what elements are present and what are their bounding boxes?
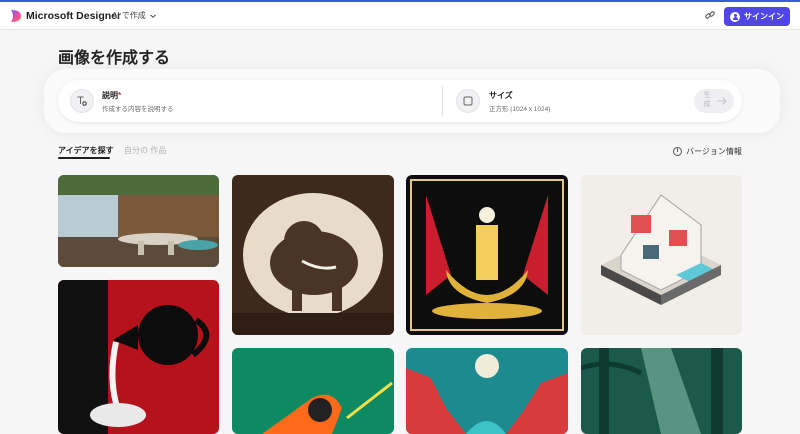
gallery-card-elephant[interactable] <box>232 175 394 335</box>
milk-pour-image <box>58 280 219 434</box>
gallery-card-art-deco[interactable] <box>406 175 568 335</box>
gallery-card-iso-house[interactable] <box>581 175 742 335</box>
elephant-woodcut-image <box>232 175 394 335</box>
designer-logo-icon <box>11 10 21 22</box>
ai-create-menu[interactable]: AI で作成 <box>112 10 157 21</box>
size-label: サイズ <box>489 91 513 100</box>
description-label: 説明* <box>102 91 122 100</box>
signin-button[interactable]: サインイン <box>724 7 790 26</box>
red-canyon-image <box>406 348 568 434</box>
isometric-house-image <box>581 175 742 335</box>
arrow-right-icon <box>717 97 727 105</box>
restaurant-interior-image <box>58 175 219 267</box>
field-divider <box>442 86 443 116</box>
text-add-icon <box>77 96 87 106</box>
gallery-card-restaurant[interactable] <box>58 175 219 267</box>
jungle-rays-image <box>581 348 742 434</box>
page-title: 画像を作成する <box>58 50 171 67</box>
ai-create-label: AI で作成 <box>112 11 146 20</box>
gallery-card-jungle[interactable] <box>581 348 742 434</box>
tab-explore-ideas[interactable]: アイデアを探す <box>58 145 114 156</box>
generate-label: 生成 <box>703 92 711 108</box>
prompt-panel: 説明* 作成する内容を説明する サイズ 正方形 (1024 x 1024) 生成 <box>58 80 742 122</box>
art-deco-fountain-image <box>406 175 568 335</box>
square-icon <box>463 96 473 106</box>
gallery-card-poster[interactable] <box>232 348 394 434</box>
description-input[interactable]: 作成する内容を説明する <box>102 103 174 113</box>
app-header: Microsoft Designer AI で作成 サインイン <box>0 2 800 30</box>
active-tab-indicator <box>58 157 110 159</box>
orange-poster-image <box>232 348 394 434</box>
generate-button[interactable]: 生成 <box>694 89 734 113</box>
gallery-card-milk-pour[interactable] <box>58 280 219 434</box>
gallery-card-canyon[interactable] <box>406 348 568 434</box>
version-info-label: バージョン情報 <box>686 147 742 156</box>
person-icon <box>730 11 740 22</box>
size-value[interactable]: 正方形 (1024 x 1024) <box>489 103 550 113</box>
tab-my-works[interactable]: 自分の 作品 <box>124 145 166 156</box>
signin-label: サインイン <box>744 12 784 21</box>
required-mark: * <box>118 91 122 100</box>
chevron-down-icon <box>149 13 156 18</box>
version-info-link[interactable]: i バージョン情報 <box>673 146 742 157</box>
brand-name[interactable]: Microsoft Designer <box>26 10 121 22</box>
size-field-button[interactable] <box>456 89 480 113</box>
description-field-button[interactable] <box>70 89 94 113</box>
info-icon: i <box>673 147 682 156</box>
share-link-icon[interactable] <box>704 9 716 21</box>
